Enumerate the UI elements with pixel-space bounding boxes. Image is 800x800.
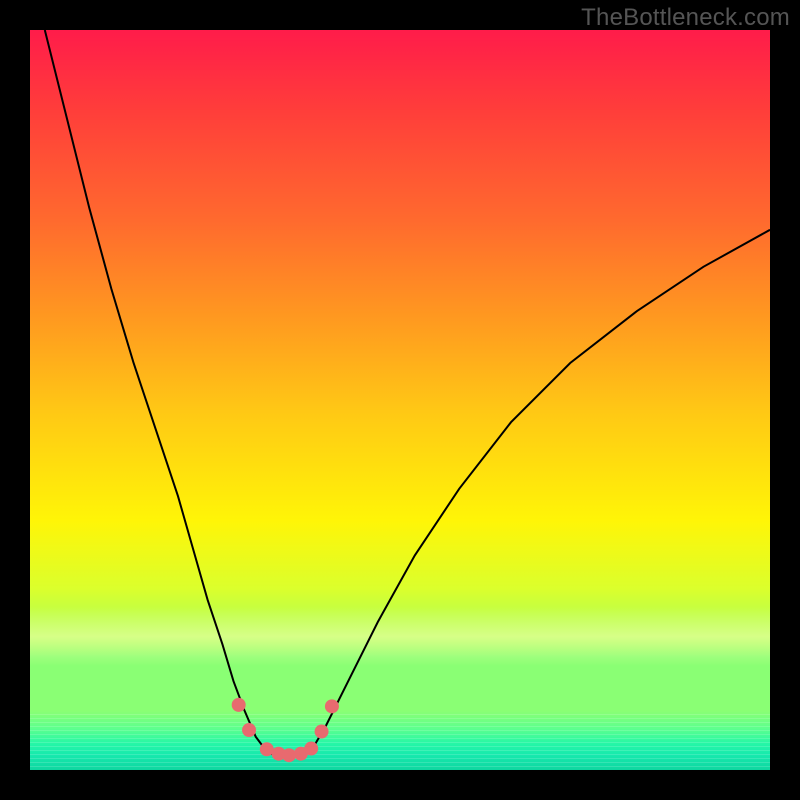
valley-marker [242,723,256,737]
watermark-text: TheBottleneck.com [581,4,790,32]
valley-marker [315,725,329,739]
chart-frame: TheBottleneck.com [0,0,800,800]
valley-markers [232,698,339,762]
valley-marker [325,699,339,713]
valley-marker [304,742,318,756]
plot-area [30,30,770,770]
curve-left-branch [45,30,267,752]
curve-right-branch [311,230,770,751]
valley-marker [232,698,246,712]
valley-marker [282,748,296,762]
curve-layer [30,30,770,770]
